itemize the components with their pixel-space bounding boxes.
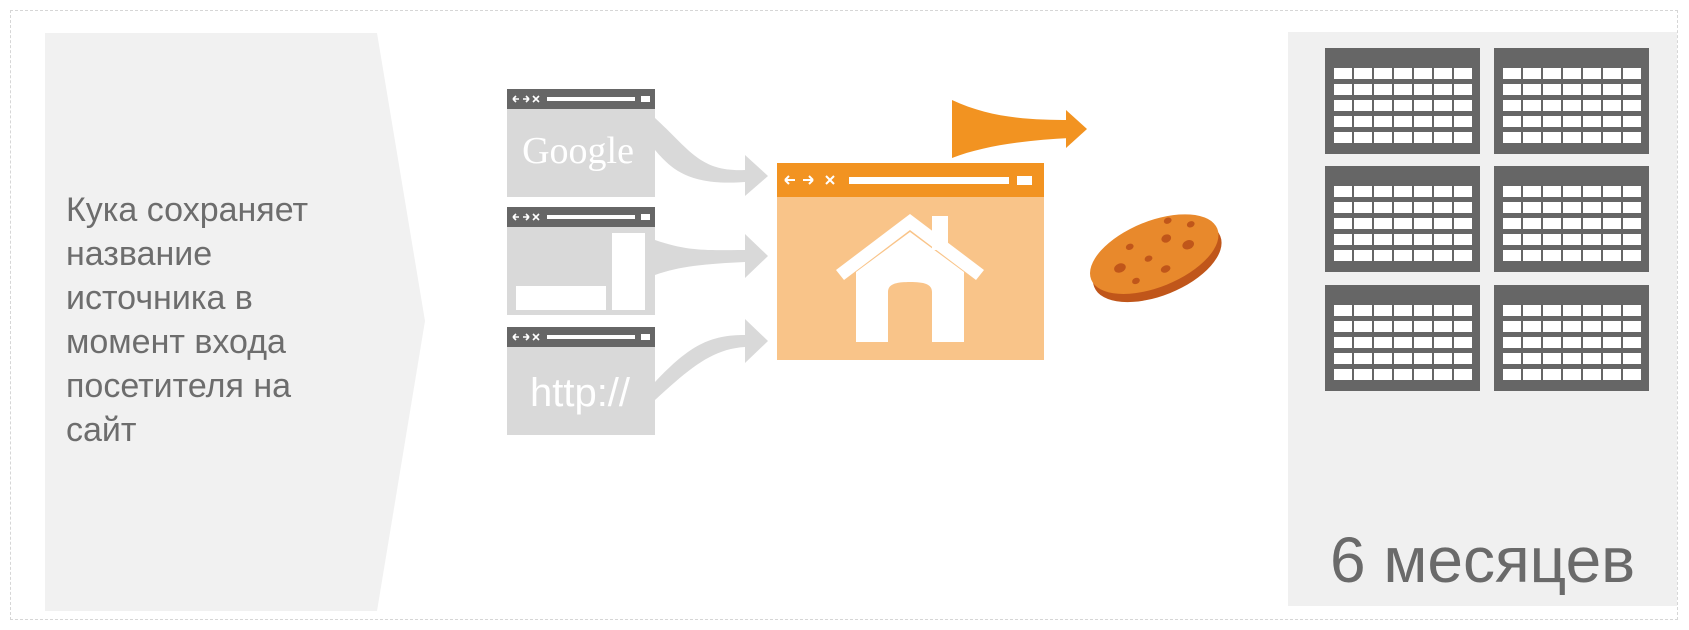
source-bars-window <box>506 206 656 315</box>
calendars <box>1325 48 1649 391</box>
source-google-window: Google <box>506 88 656 197</box>
content-block <box>612 233 645 310</box>
arrow-icon <box>655 335 745 400</box>
browser-toolbar-icon <box>506 206 656 228</box>
browser-toolbar-icon <box>506 326 656 348</box>
calendar-icon <box>1494 166 1649 272</box>
arrow-head-icon <box>745 319 768 363</box>
calendar-icon <box>1494 48 1649 154</box>
site-window <box>777 163 1044 360</box>
calendar-icon <box>1325 285 1480 391</box>
duration-label: 6 месяцев <box>1330 524 1636 596</box>
calendar-icon <box>1325 166 1480 272</box>
flag-arrow-icon <box>952 100 1087 158</box>
calendar-icon <box>1494 285 1649 391</box>
source-arrows <box>655 118 768 400</box>
calendar-icon <box>1325 48 1480 154</box>
arrow-icon <box>655 240 745 275</box>
google-label: Google <box>522 130 634 172</box>
source-url-window: http:// <box>506 326 656 435</box>
arrow-icon <box>655 118 745 183</box>
arrow-head-icon <box>745 234 768 278</box>
content-block <box>516 286 606 310</box>
cookie-icon <box>1090 214 1222 303</box>
arrow-head-icon <box>745 155 768 196</box>
browser-toolbar-icon <box>506 88 656 110</box>
url-label: http:// <box>530 371 631 415</box>
